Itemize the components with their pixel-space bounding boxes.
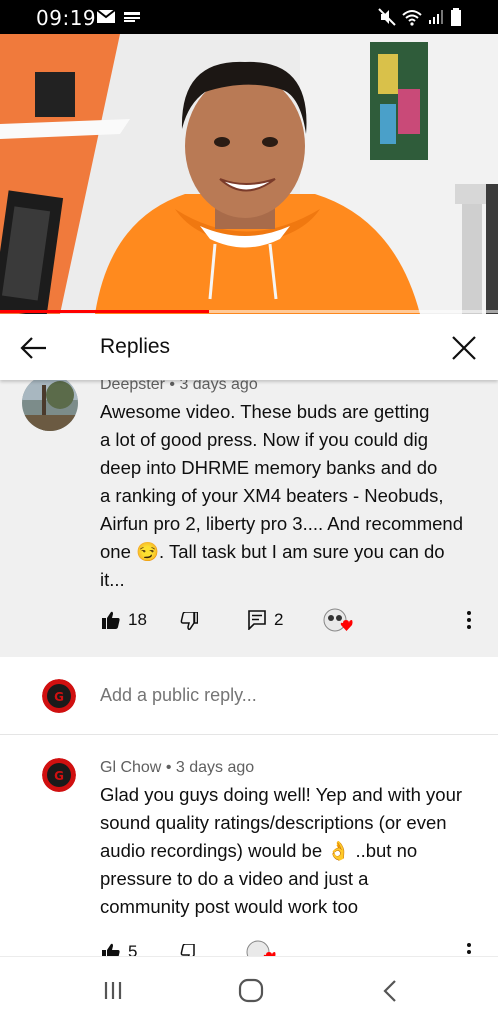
video-player[interactable]: [0, 34, 498, 314]
reply-count-button[interactable]: 2: [248, 610, 283, 630]
creator-heart-icon: [246, 940, 276, 956]
signal-icon: [429, 10, 443, 24]
recent-apps-button[interactable]: [100, 977, 130, 1005]
back-chevron-icon: [383, 980, 396, 1002]
close-button[interactable]: [448, 332, 480, 364]
dislike-button[interactable]: [180, 944, 198, 956]
avatar[interactable]: G: [42, 758, 76, 792]
comment-author: Deepster: [100, 380, 165, 393]
reply-comment: G Gl Chow • 3 days ago Glad you guys doi…: [0, 736, 498, 956]
news-icon: [124, 11, 140, 22]
comment-time: 3 days ago: [179, 380, 258, 393]
mail-icon: [96, 9, 116, 23]
thumbs-down-icon: [180, 944, 195, 956]
meta-separator: •: [165, 759, 172, 776]
navigation-bar: [0, 956, 498, 1023]
parent-comment: Deepster • 3 days ago Awesome video. The…: [0, 380, 498, 657]
like-count: 5: [128, 942, 138, 956]
creator-heart: [246, 940, 276, 956]
more-vert-icon: [467, 943, 471, 954]
add-reply-row: G: [0, 657, 498, 735]
more-vert-icon: [467, 611, 471, 629]
more-options-button[interactable]: [466, 942, 472, 956]
wifi-icon: [402, 10, 422, 26]
thumbs-down-icon: [180, 612, 198, 630]
status-bar: 09:19: [0, 0, 498, 34]
back-button[interactable]: [18, 332, 50, 364]
user-avatar-image: G: [42, 679, 76, 713]
svg-text:G: G: [54, 690, 64, 704]
page-title: Replies: [100, 335, 171, 358]
comment-icon: [248, 610, 266, 630]
creator-heart-icon: [323, 608, 353, 632]
video-progress-fill: [0, 310, 210, 313]
like-button[interactable]: 18: [102, 610, 147, 630]
thumbs-up-icon: [102, 611, 120, 629]
avatar-image: [22, 380, 78, 431]
video-progress-bar[interactable]: [0, 310, 498, 313]
comment-text: Awesome video. These buds are getting a …: [100, 401, 463, 590]
comment-author: Gl Chow: [100, 759, 162, 776]
home-button[interactable]: [236, 977, 266, 1005]
close-icon: [452, 336, 476, 360]
comment-meta: Gl Chow • 3 days ago: [100, 759, 254, 777]
avatar-image: G: [42, 758, 76, 792]
like-count: 18: [128, 610, 147, 629]
reply-count: 2: [274, 610, 284, 629]
like-button[interactable]: 5: [102, 942, 137, 956]
replies-header: Replies: [0, 314, 498, 380]
comment-time: 3 days ago: [175, 759, 255, 776]
comment-meta: Deepster • 3 days ago: [100, 380, 258, 394]
creator-heart: [323, 608, 353, 634]
meta-separator: •: [169, 380, 175, 393]
comment-text: Glad you guys doing well! Yep and with y…: [100, 784, 463, 917]
add-reply-input[interactable]: [100, 685, 460, 706]
recent-apps-icon: [104, 982, 122, 999]
svg-text:G: G: [54, 769, 64, 783]
back-nav-button[interactable]: [376, 977, 406, 1005]
back-arrow-icon: [20, 337, 46, 359]
video-frame: [0, 34, 498, 314]
mute-icon: [378, 8, 396, 26]
comment-actions: 18 2: [0, 608, 498, 640]
battery-icon: [451, 8, 461, 26]
user-avatar: G: [42, 679, 76, 713]
status-time: 09:19: [36, 6, 97, 30]
comment-actions: 5: [0, 940, 498, 956]
thumbs-up-icon: [102, 943, 120, 956]
more-options-button[interactable]: [466, 610, 472, 630]
dislike-button[interactable]: [180, 612, 198, 630]
avatar[interactable]: [22, 380, 78, 431]
home-icon: [238, 978, 264, 1003]
